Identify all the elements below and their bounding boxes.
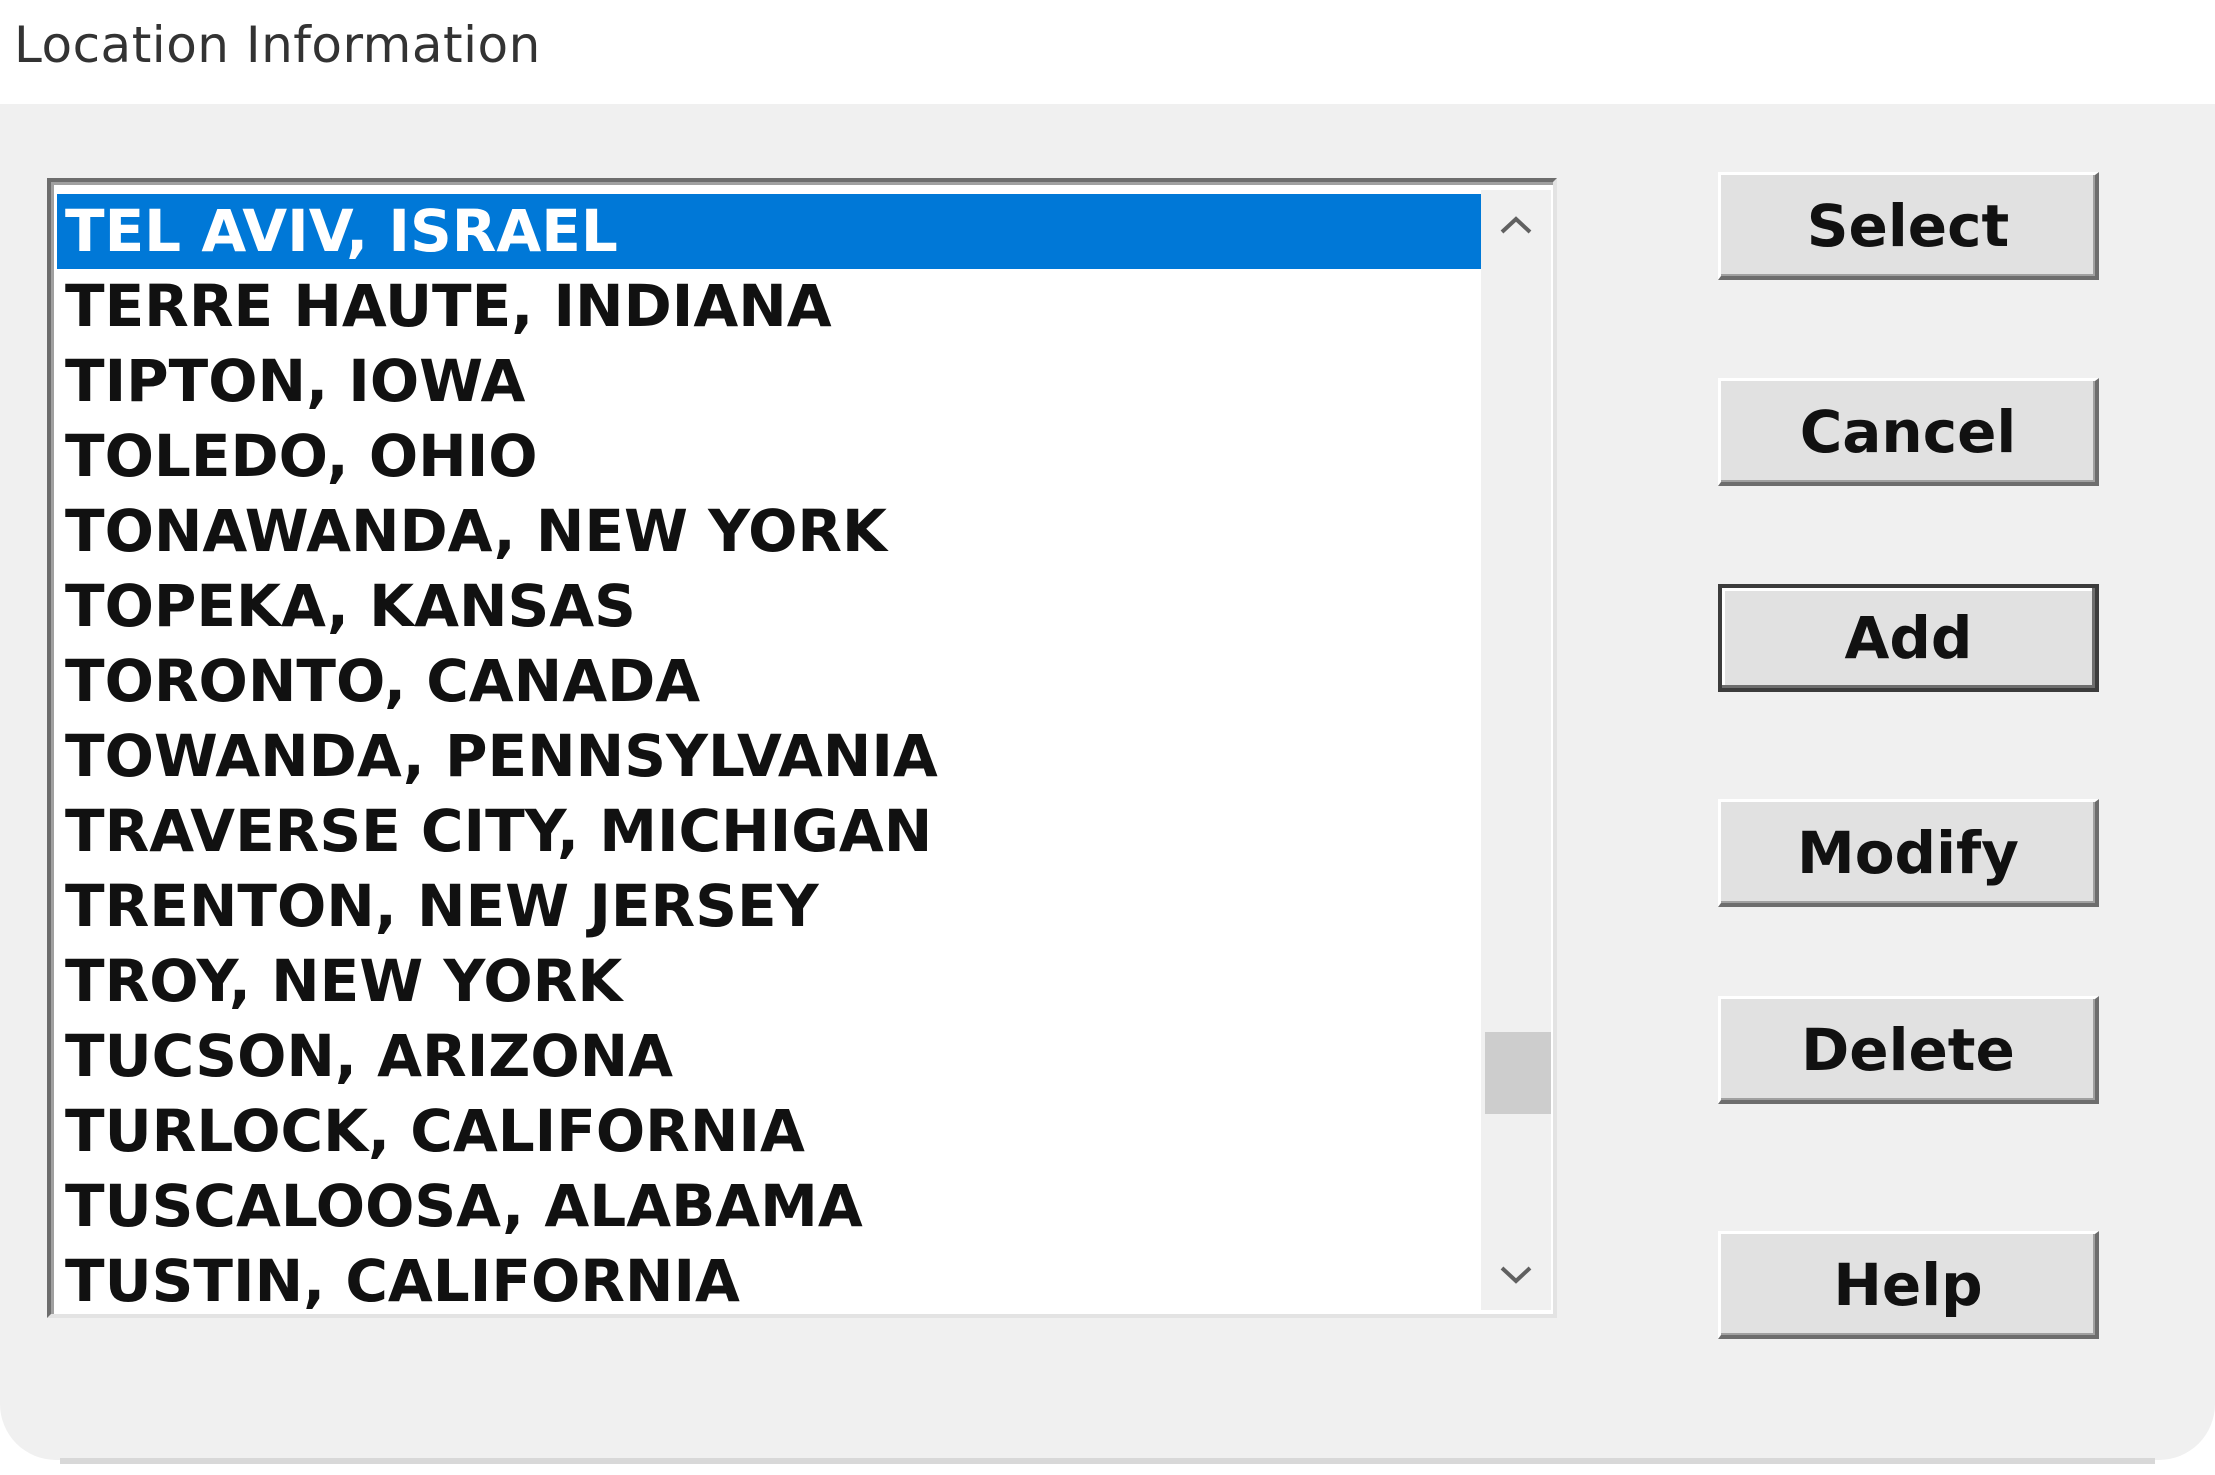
list-item[interactable]: TUSCALOOSA, ALABAMA <box>57 1169 1485 1244</box>
scroll-down-button[interactable] <box>1481 1240 1551 1310</box>
location-list[interactable]: TEL AVIV, ISRAEL TERRE HAUTE, INDIANA TIPT… <box>57 194 1485 1319</box>
list-item[interactable]: TONAWANDA, NEW YORK <box>57 494 1485 569</box>
list-item[interactable]: TROY, NEW YORK <box>57 944 1485 1019</box>
help-button[interactable]: Help <box>1718 1231 2099 1339</box>
chevron-up-icon <box>1500 216 1532 234</box>
location-listbox[interactable]: TEL AVIV, ISRAEL TERRE HAUTE, INDIANA TIPT… <box>47 178 1557 1318</box>
select-button[interactable]: Select <box>1718 172 2099 280</box>
list-item[interactable]: TUSTIN, CALIFORNIA <box>57 1244 1485 1319</box>
vertical-scrollbar[interactable] <box>1481 190 1551 1310</box>
list-item[interactable]: TOWANDA, PENNSYLVANIA <box>57 719 1485 794</box>
delete-button[interactable]: Delete <box>1718 996 2099 1104</box>
chevron-down-icon <box>1500 1266 1532 1284</box>
list-item[interactable]: TIPTON, IOWA <box>57 344 1485 419</box>
list-item[interactable]: TRAVERSE CITY, MICHIGAN <box>57 794 1485 869</box>
list-item[interactable]: TURLOCK, CALIFORNIA <box>57 1094 1485 1169</box>
list-item[interactable]: TOLEDO, OHIO <box>57 419 1485 494</box>
scroll-up-button[interactable] <box>1481 190 1551 260</box>
list-item[interactable]: TUCSON, ARIZONA <box>57 1019 1485 1094</box>
list-item-selected[interactable]: TEL AVIV, ISRAEL <box>57 194 1485 269</box>
add-button[interactable]: Add <box>1718 584 2099 692</box>
list-item[interactable]: TORONTO, CANADA <box>57 644 1485 719</box>
modify-button[interactable]: Modify <box>1718 799 2099 907</box>
list-item[interactable]: TRENTON, NEW JERSEY <box>57 869 1485 944</box>
list-item[interactable]: TOPEKA, KANSAS <box>57 569 1485 644</box>
title-bar[interactable]: Location Information <box>0 0 2215 104</box>
dialog-title: Location Information <box>14 16 541 74</box>
cancel-button[interactable]: Cancel <box>1718 378 2099 486</box>
location-information-dialog: Location Information TEL AVIV, ISRAEL TER… <box>0 0 2215 1475</box>
dialog-bottom-edge <box>60 1458 2155 1464</box>
list-item[interactable]: TERRE HAUTE, INDIANA <box>57 269 1485 344</box>
scroll-thumb[interactable] <box>1485 1032 1551 1115</box>
